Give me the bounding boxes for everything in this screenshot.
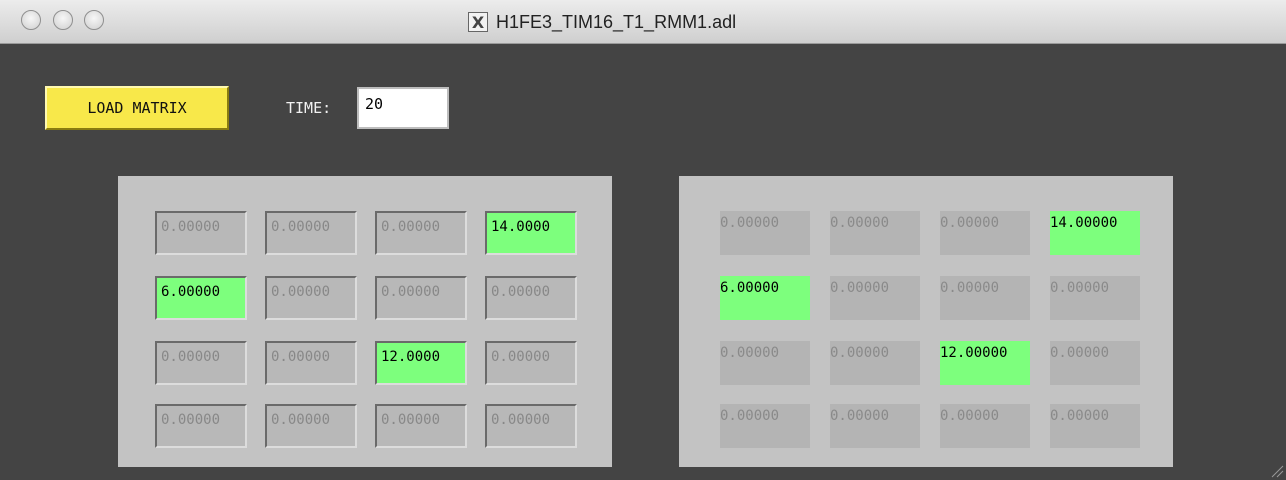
input-cell[interactable]: 0.00000 (155, 404, 247, 448)
output-cell: 0.00000 (940, 211, 1030, 255)
load-matrix-button[interactable]: LOAD MATRIX (45, 86, 229, 130)
input-cell[interactable]: 0.00000 (485, 341, 577, 385)
output-cell: 0.00000 (830, 276, 920, 320)
input-cell[interactable]: 0.00000 (485, 276, 577, 320)
app-window: X H1FE3_TIM16_T1_RMM1.adl LOAD MATRIX TI… (0, 0, 1286, 480)
time-label: TIME: (286, 99, 332, 117)
output-cell: 6.00000 (720, 276, 810, 320)
output-cell: 0.00000 (720, 341, 810, 385)
output-cell: 0.00000 (1050, 276, 1140, 320)
output-cell: 0.00000 (720, 211, 810, 255)
output-cell: 14.00000 (1050, 211, 1140, 255)
output-cell: 0.00000 (720, 404, 810, 448)
input-cell[interactable]: 12.0000 (375, 341, 467, 385)
output-cell: 0.00000 (940, 404, 1030, 448)
close-window-button[interactable] (21, 10, 41, 30)
input-cell[interactable]: 0.00000 (375, 404, 467, 448)
output-cell: 0.00000 (830, 404, 920, 448)
title-bar: X H1FE3_TIM16_T1_RMM1.adl (0, 0, 1286, 44)
output-cell: 12.00000 (940, 341, 1030, 385)
input-cell[interactable]: 0.00000 (265, 404, 357, 448)
input-cell[interactable]: 0.00000 (265, 276, 357, 320)
input-matrix-panel: 0.00000 0.00000 0.00000 14.0000 6.00000 … (118, 176, 612, 467)
minimize-window-button[interactable] (53, 10, 73, 30)
x11-icon: X (468, 12, 488, 32)
input-cell[interactable]: 0.00000 (155, 341, 247, 385)
output-cell: 0.00000 (1050, 341, 1140, 385)
output-cell: 0.00000 (830, 211, 920, 255)
zoom-window-button[interactable] (84, 10, 104, 30)
output-matrix-panel: 0.00000 0.00000 0.00000 14.00000 6.00000… (679, 176, 1173, 467)
title-group: X H1FE3_TIM16_T1_RMM1.adl (468, 10, 736, 34)
input-cell[interactable]: 0.00000 (485, 404, 577, 448)
input-cell[interactable]: 0.00000 (375, 211, 467, 255)
output-cell: 0.00000 (1050, 404, 1140, 448)
input-cell[interactable]: 14.0000 (485, 211, 577, 255)
input-cell[interactable]: 0.00000 (265, 211, 357, 255)
input-cell[interactable]: 0.00000 (155, 211, 247, 255)
input-cell[interactable]: 0.00000 (375, 276, 467, 320)
output-cell: 0.00000 (940, 276, 1030, 320)
input-cell[interactable]: 6.00000 (155, 276, 247, 320)
resize-grip-icon[interactable] (1268, 462, 1284, 478)
window-title: H1FE3_TIM16_T1_RMM1.adl (496, 11, 737, 32)
input-cell[interactable]: 0.00000 (265, 341, 357, 385)
output-cell: 0.00000 (830, 341, 920, 385)
time-input[interactable]: 20 (357, 87, 449, 129)
